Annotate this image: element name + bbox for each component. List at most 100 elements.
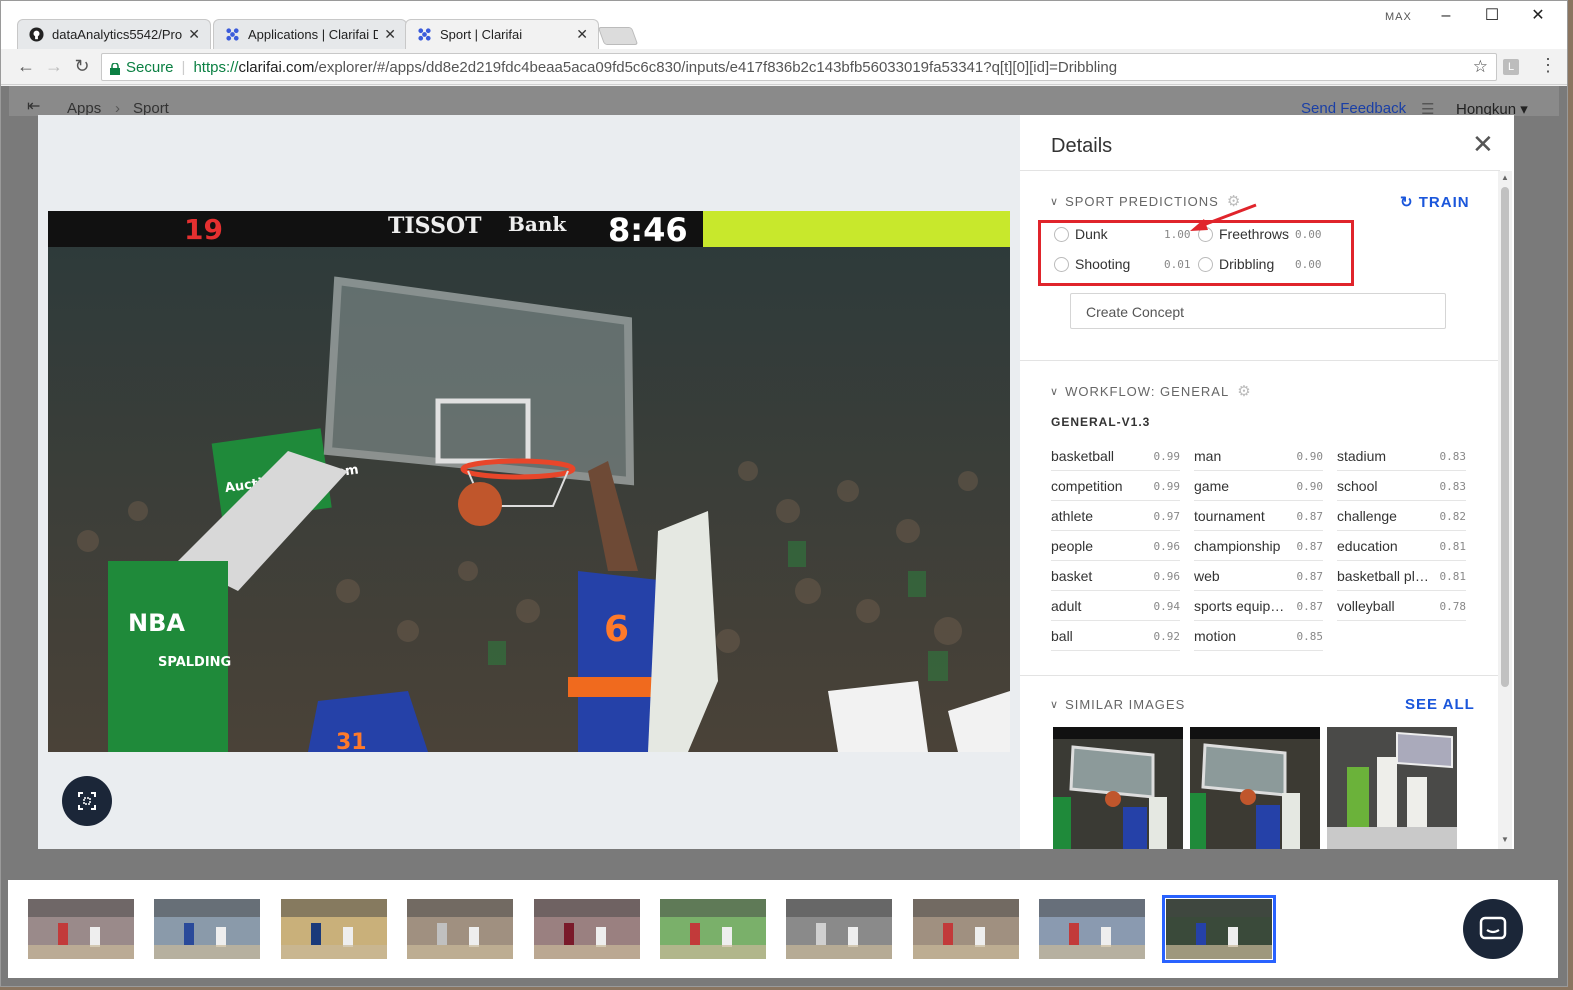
refresh-icon: ↻ (1400, 194, 1414, 211)
maximize-icon[interactable]: ☐ (1477, 5, 1507, 27)
scroll-down-icon[interactable]: ▼ (1501, 835, 1509, 844)
concept-name: basket (1051, 568, 1093, 584)
forward-arrow-icon[interactable]: → (43, 55, 65, 77)
filmstrip-thumbnail[interactable] (786, 899, 893, 959)
concept-name: school (1337, 478, 1378, 494)
tab-applications[interactable]: Applications | Clarifai D ✕ (213, 19, 407, 49)
concept-value: 0.85 (1296, 630, 1324, 643)
collapse-sidebar-icon[interactable]: ⇤ (27, 96, 40, 116)
new-tab-button[interactable] (597, 27, 639, 45)
concept-row[interactable]: basketball 0.99 (1051, 441, 1180, 471)
section-title: SIMILAR IMAGES (1065, 697, 1186, 712)
close-icon[interactable]: ✕ (384, 26, 396, 43)
secure-indicator[interactable]: Secure (110, 59, 174, 76)
jersey-number-6: 6 (604, 609, 629, 650)
minimize-icon[interactable]: – (1431, 5, 1461, 27)
concept-row[interactable]: basket 0.96 (1051, 561, 1180, 591)
tissot-banner: TISSOT (388, 213, 482, 239)
concept-name: athlete (1051, 508, 1094, 524)
similar-images-header[interactable]: ∨ SIMILAR IMAGES (1050, 697, 1185, 712)
details-panel: Details ✕ ∨ SPORT PREDICTIONS ⚙ ↻ TRAIN … (1020, 115, 1514, 849)
clarifai-icon (416, 27, 432, 43)
concept-name: championship (1194, 538, 1281, 554)
concept-row[interactable]: motion 0.85 (1194, 621, 1323, 651)
crop-icon (78, 792, 96, 810)
window-label: MAX (1385, 11, 1412, 23)
concept-row[interactable]: adult 0.94 (1051, 591, 1180, 621)
gear-icon[interactable]: ⚙ (1237, 382, 1251, 400)
divider (1020, 360, 1498, 361)
back-arrow-icon[interactable]: ← (15, 55, 37, 77)
similar-image[interactable] (1327, 727, 1457, 849)
concept-row[interactable]: stadium 0.83 (1337, 441, 1466, 471)
concept-row[interactable]: championship 0.87 (1194, 531, 1323, 561)
concept-row[interactable]: web 0.87 (1194, 561, 1323, 591)
close-icon[interactable]: ✕ (576, 26, 588, 43)
concept-name: education (1337, 538, 1398, 554)
details-scrollbar[interactable]: ▲ ▼ (1498, 171, 1512, 849)
train-button[interactable]: ↻ TRAIN (1400, 193, 1470, 211)
concept-value: 0.87 (1296, 510, 1324, 523)
concept-row[interactable]: basketball pla... 0.81 (1337, 561, 1466, 591)
chat-icon (1479, 916, 1507, 940)
extension-icon[interactable]: L (1503, 59, 1519, 75)
concept-row[interactable]: volleyball 0.78 (1337, 591, 1466, 621)
concept-name: game (1194, 478, 1230, 494)
concept-name: basketball pla... (1337, 568, 1429, 584)
tab-title: dataAnalytics5542/Pro (52, 27, 183, 42)
concept-row[interactable]: challenge 0.82 (1337, 501, 1466, 531)
filmstrip-thumbnail[interactable] (1161, 895, 1276, 963)
similar-image[interactable] (1053, 727, 1183, 849)
concept-row[interactable]: competition 0.99 (1051, 471, 1180, 501)
stanchion-nba: NBA (128, 609, 185, 637)
reload-icon[interactable]: ↻ (71, 55, 93, 77)
concept-value: 0.99 (1153, 480, 1181, 493)
close-icon[interactable]: ✕ (188, 26, 200, 43)
concept-row[interactable]: school 0.83 (1337, 471, 1466, 501)
concept-row[interactable]: tournament 0.87 (1194, 501, 1323, 531)
filmstrip-thumbnail[interactable] (533, 899, 640, 959)
window-close-icon[interactable]: ✕ (1523, 5, 1553, 27)
filmstrip-thumbnail[interactable] (660, 899, 766, 959)
address-bar[interactable]: Secure | https://clarifai.com/explorer/#… (101, 53, 1497, 81)
concept-value: 0.87 (1296, 570, 1324, 583)
concept-name: basketball (1051, 448, 1115, 464)
filmstrip-thumbnail[interactable] (1039, 899, 1146, 959)
similar-image[interactable] (1190, 727, 1320, 849)
concept-value: 0.90 (1296, 480, 1324, 493)
concept-value: 0.81 (1439, 540, 1467, 553)
filmstrip-thumbnail[interactable] (28, 899, 134, 959)
scroll-up-icon[interactable]: ▲ (1501, 173, 1509, 182)
concept-value: 0.81 (1439, 570, 1467, 583)
close-icon[interactable]: ✕ (1472, 129, 1494, 160)
concept-row[interactable]: ball 0.92 (1051, 621, 1180, 651)
filmstrip-thumbnail[interactable] (154, 899, 261, 959)
tab-sport[interactable]: Sport | Clarifai ✕ (405, 19, 599, 49)
see-all-link[interactable]: SEE ALL (1405, 696, 1475, 713)
concept-row[interactable]: man 0.90 (1194, 441, 1323, 471)
concept-row[interactable]: sports equipm... 0.87 (1194, 591, 1323, 621)
scrollbar-thumb[interactable] (1501, 187, 1509, 687)
shot-clock-display: 19 (184, 213, 223, 246)
concept-row[interactable]: people 0.96 (1051, 531, 1180, 561)
concept-value: 0.87 (1296, 540, 1324, 553)
tab-github[interactable]: dataAnalytics5542/Pro ✕ (17, 19, 211, 49)
concept-row[interactable]: game 0.90 (1194, 471, 1323, 501)
filmstrip-thumbnail[interactable] (280, 899, 387, 959)
concept-row[interactable]: athlete 0.97 (1051, 501, 1180, 531)
create-concept-input[interactable]: Create Concept (1070, 293, 1446, 329)
filmstrip-thumbnail[interactable] (407, 899, 514, 959)
bookmark-star-icon[interactable]: ☆ (1473, 57, 1488, 77)
lock-icon (110, 62, 120, 75)
concept-row[interactable]: education 0.81 (1337, 531, 1466, 561)
url-separator: | (181, 58, 186, 76)
workflow-header[interactable]: ∨ WORKFLOW: GENERAL ⚙ (1050, 382, 1252, 400)
concept-value: 0.94 (1153, 600, 1181, 613)
concept-value: 0.83 (1439, 480, 1467, 493)
chat-button[interactable] (1463, 899, 1523, 959)
concept-name: ball (1051, 628, 1073, 644)
filmstrip-thumbnail[interactable] (912, 899, 1019, 959)
browser-menu-icon[interactable]: ⋮ (1539, 55, 1557, 76)
concept-value: 0.96 (1153, 540, 1181, 553)
region-select-button[interactable] (62, 776, 112, 826)
